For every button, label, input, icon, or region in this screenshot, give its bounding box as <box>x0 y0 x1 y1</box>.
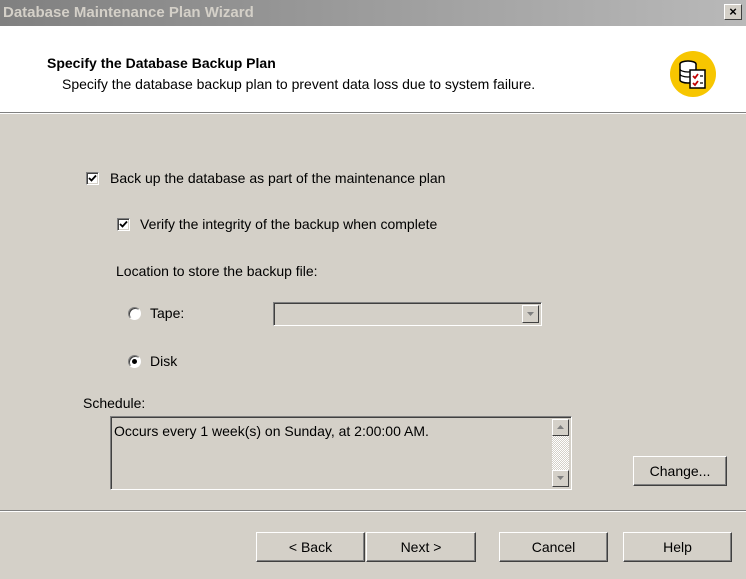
close-button[interactable]: × <box>724 4 742 20</box>
wizard-window: Database Maintenance Plan Wizard × Speci… <box>0 0 746 579</box>
back-button[interactable]: < Back <box>256 532 365 562</box>
wizard-header: Specify the Database Backup Plan Specify… <box>0 26 746 112</box>
tape-device-select[interactable] <box>273 302 542 326</box>
disk-label[interactable]: Disk <box>150 353 177 369</box>
backup-label[interactable]: Back up the database as part of the main… <box>110 170 445 186</box>
checkmark-icon <box>88 174 97 182</box>
cancel-button[interactable]: Cancel <box>499 532 608 562</box>
schedule-description[interactable]: Occurs every 1 week(s) on Sunday, at 2:0… <box>110 416 572 490</box>
change-schedule-button[interactable]: Change... <box>633 456 727 486</box>
radio-selected-dot <box>132 359 137 364</box>
header-divider <box>0 112 746 114</box>
page-subtitle: Specify the database backup plan to prev… <box>62 76 536 92</box>
schedule-scrollbar[interactable] <box>552 419 569 487</box>
backup-checkbox[interactable] <box>86 172 99 185</box>
help-button[interactable]: Help <box>623 532 732 562</box>
tape-radio[interactable] <box>128 307 141 320</box>
next-button[interactable]: Next > <box>366 532 476 562</box>
arrow-up-icon <box>557 425 564 429</box>
checkmark-icon <box>119 220 128 228</box>
schedule-label: Schedule: <box>83 395 146 411</box>
arrow-down-icon <box>557 476 564 480</box>
chevron-down-icon <box>527 312 534 316</box>
verify-label[interactable]: Verify the integrity of the backup when … <box>140 216 437 232</box>
verify-checkbox[interactable] <box>117 218 130 231</box>
close-icon: × <box>729 4 737 19</box>
database-checklist-icon <box>670 51 716 97</box>
dropdown-button[interactable] <box>522 305 539 323</box>
location-label: Location to store the backup file: <box>116 263 318 279</box>
disk-radio[interactable] <box>128 355 141 368</box>
schedule-text: Occurs every 1 week(s) on Sunday, at 2:0… <box>114 423 429 439</box>
window-title: Database Maintenance Plan Wizard <box>3 4 254 21</box>
scroll-down-button[interactable] <box>552 470 569 487</box>
footer-divider <box>0 510 746 512</box>
tape-label[interactable]: Tape: <box>150 305 184 321</box>
title-bar[interactable]: Database Maintenance Plan Wizard × <box>0 0 746 26</box>
scroll-up-button[interactable] <box>552 419 569 436</box>
page-title: Specify the Database Backup Plan <box>47 55 276 71</box>
